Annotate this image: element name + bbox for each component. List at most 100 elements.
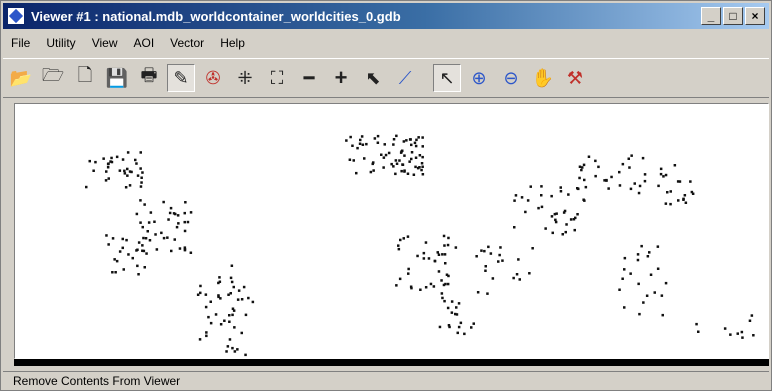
- city-point: [450, 311, 454, 314]
- window-title: Viewer #1 : national.mdb_worldcontainer_…: [31, 8, 401, 24]
- city-point: [85, 185, 88, 189]
- city-point: [446, 306, 450, 310]
- city-point: [574, 216, 577, 220]
- city-point: [395, 162, 399, 165]
- city-point: [148, 239, 152, 242]
- remove-contents-button[interactable]: ✎: [167, 64, 195, 92]
- city-point: [399, 238, 402, 242]
- toolbar: 📂 🗁 🗋 💾 🖶 ✎ ✇ ⁜ ⛶ ━ + ⬉ ⟋ ↖ ⊕ ⊖ ✋ ⚒: [3, 58, 769, 98]
- city-point: [442, 234, 446, 238]
- city-point: [387, 151, 391, 155]
- city-point: [225, 350, 228, 353]
- title-bar[interactable]: Viewer #1 : national.mdb_worldcontainer_…: [3, 3, 769, 29]
- city-point: [141, 244, 144, 247]
- city-point: [564, 230, 567, 234]
- menu-view[interactable]: View: [84, 36, 126, 50]
- city-point: [127, 253, 130, 256]
- city-point: [233, 350, 237, 353]
- pan-button[interactable]: ✋: [529, 64, 557, 92]
- city-point: [669, 202, 672, 206]
- city-point: [677, 199, 680, 202]
- city-point: [445, 273, 449, 276]
- inquire-button[interactable]: ⚒: [561, 64, 589, 92]
- city-point: [406, 235, 410, 238]
- city-point: [183, 229, 187, 233]
- city-point: [198, 338, 202, 341]
- city-point: [186, 220, 190, 224]
- profile-button[interactable]: ⟋: [391, 64, 419, 92]
- menu-file[interactable]: File: [3, 36, 38, 50]
- city-point: [232, 309, 236, 312]
- zoom-out-icon: ⊖: [503, 67, 519, 88]
- city-point: [433, 259, 437, 263]
- minimize-button[interactable]: _: [701, 7, 721, 25]
- city-point: [413, 141, 417, 145]
- zoom-in-button[interactable]: ⊕: [465, 64, 493, 92]
- menu-utility[interactable]: Utility: [38, 36, 83, 50]
- map-viewer-canvas[interactable]: [14, 103, 769, 359]
- city-point: [515, 273, 519, 276]
- city-point: [136, 248, 139, 251]
- city-point: [499, 246, 502, 249]
- crosshair-button[interactable]: +: [327, 64, 355, 92]
- open-layer-button[interactable]: 🗁: [39, 64, 67, 92]
- select-button[interactable]: ↖: [433, 64, 461, 92]
- city-point: [415, 138, 418, 142]
- close-button[interactable]: ×: [745, 7, 765, 25]
- city-point: [550, 215, 554, 218]
- city-point: [240, 331, 243, 335]
- new-button[interactable]: 🗋: [71, 64, 99, 92]
- city-point: [402, 140, 406, 143]
- remove-contents-icon: ✎: [173, 67, 189, 88]
- status-bar: Remove Contents From Viewer: [3, 371, 769, 390]
- menu-help[interactable]: Help: [212, 36, 253, 50]
- city-point: [219, 323, 223, 326]
- city-point: [456, 331, 459, 335]
- city-point: [407, 272, 410, 275]
- horizontal-scrollbar[interactable]: [14, 359, 769, 366]
- fit-icon: ⁜: [237, 67, 253, 88]
- city-point: [382, 156, 386, 159]
- city-point: [414, 165, 417, 169]
- city-point: [144, 237, 148, 240]
- maximize-button[interactable]: □: [723, 7, 743, 25]
- city-point: [636, 258, 640, 262]
- save-button[interactable]: 💾: [103, 64, 131, 92]
- city-point: [421, 136, 424, 139]
- viewer-app-icon[interactable]: [7, 7, 25, 25]
- city-point: [410, 157, 413, 161]
- arrow-button[interactable]: ⬉: [359, 64, 387, 92]
- open-button[interactable]: 📂: [7, 64, 35, 92]
- zoom-extent-icon: ⛶: [270, 67, 284, 88]
- city-point: [446, 243, 450, 247]
- menu-aoi[interactable]: AOI: [125, 36, 162, 50]
- city-point: [582, 163, 586, 167]
- fit-button[interactable]: ⁜: [231, 64, 259, 92]
- rotate-button[interactable]: ✇: [199, 64, 227, 92]
- city-point: [421, 165, 424, 168]
- city-point: [447, 236, 450, 240]
- city-point: [581, 166, 584, 169]
- zoom-out-button[interactable]: ⊖: [497, 64, 525, 92]
- city-point: [540, 194, 543, 197]
- city-point: [736, 332, 739, 335]
- horizontal-line-button[interactable]: ━: [295, 64, 323, 92]
- print-button[interactable]: 🖶: [135, 64, 163, 92]
- city-point: [408, 160, 411, 163]
- city-point: [457, 302, 461, 305]
- city-point: [124, 186, 128, 189]
- city-point: [395, 134, 398, 138]
- city-point: [351, 144, 354, 147]
- city-point: [422, 251, 426, 255]
- zoom-extent-button[interactable]: ⛶: [263, 64, 291, 92]
- viewer-window: Viewer #1 : national.mdb_worldcontainer_…: [0, 0, 772, 391]
- city-point: [139, 185, 143, 188]
- city-point: [623, 306, 626, 309]
- city-point: [526, 199, 530, 202]
- city-point: [113, 258, 116, 261]
- city-point: [580, 168, 583, 172]
- city-point: [111, 237, 115, 240]
- city-point: [394, 172, 397, 176]
- city-point: [540, 205, 544, 209]
- menu-vector[interactable]: Vector: [162, 36, 212, 50]
